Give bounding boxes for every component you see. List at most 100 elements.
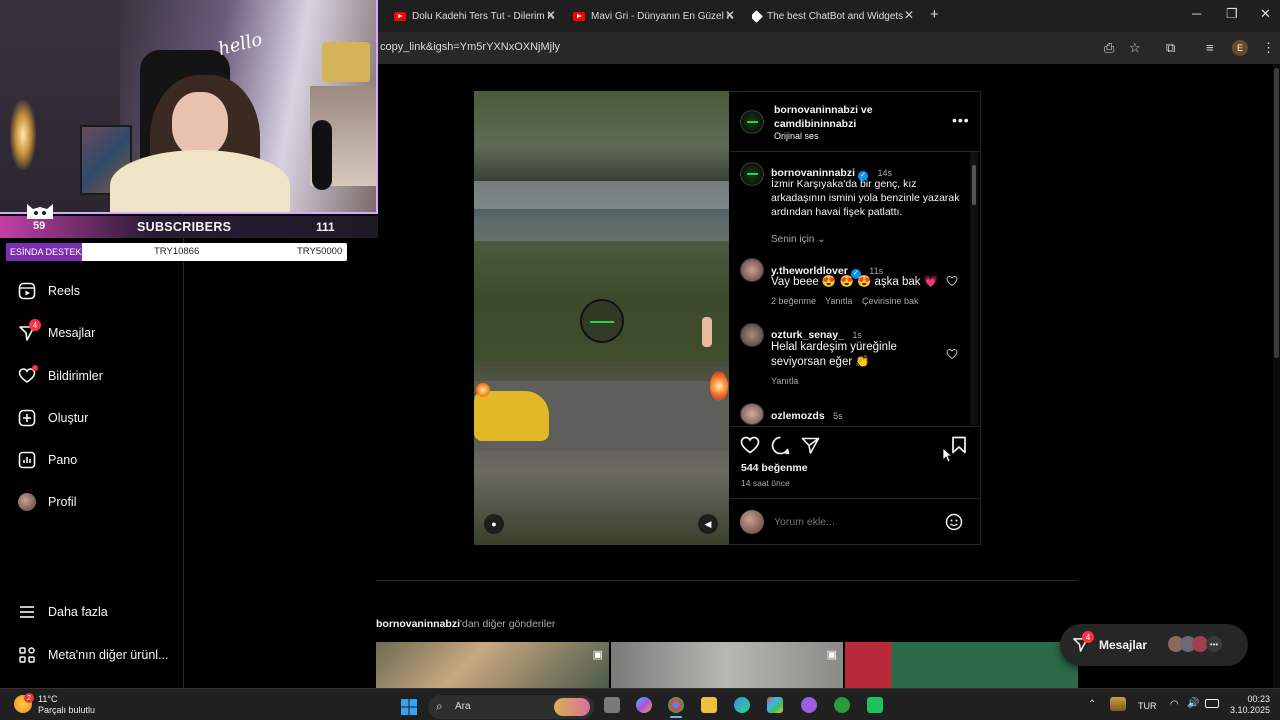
media-control-icon[interactable]: ≡ <box>1206 40 1214 55</box>
active-app-indicator <box>670 716 682 718</box>
like-count[interactable]: 544 beğenme <box>741 462 808 474</box>
install-app-icon[interactable]: ⎙ <box>1104 40 1114 56</box>
reel-icon: ▣ <box>592 649 603 661</box>
profile-avatar <box>18 493 36 511</box>
whatsapp-icon[interactable] <box>867 697 883 713</box>
browser-tab[interactable]: Dolu Kadehi Ters Tut - Dilerim K ✕ <box>394 5 556 27</box>
chart-icon <box>18 451 36 469</box>
volume-icon[interactable]: ◀ <box>698 514 718 534</box>
reply-button[interactable]: Yanıtla <box>771 376 798 386</box>
tray-chevron-icon[interactable]: ⌃ <box>1088 699 1096 710</box>
sidebar-more-button[interactable]: Daha fazla <box>18 603 108 621</box>
sidebar-item-reels[interactable]: Reels <box>18 282 80 300</box>
taskbar-search[interactable]: ⌕ Ara <box>428 695 594 719</box>
messages-pill[interactable]: 4 Mesajlar ••• <box>1060 624 1248 666</box>
minimize-icon[interactable]: ─ <box>1192 6 1201 21</box>
store-icon[interactable] <box>767 697 783 713</box>
comment-likes[interactable]: 2 beğenme <box>771 296 816 306</box>
task-view-icon[interactable] <box>604 697 620 713</box>
file-explorer-icon[interactable] <box>701 697 717 713</box>
menu-kebab-icon[interactable]: ⋮ <box>1262 40 1275 56</box>
comment-icon[interactable] <box>771 436 790 455</box>
chrome-icon[interactable] <box>668 697 684 713</box>
sidebar-item-label: Mesajlar <box>48 326 96 340</box>
edge-icon[interactable] <box>734 697 750 713</box>
tray-app-icon[interactable] <box>1110 697 1126 711</box>
streaming-app-icon[interactable] <box>801 697 817 713</box>
comment-input[interactable] <box>774 514 934 530</box>
new-tab-button[interactable]: + <box>930 6 939 23</box>
close-icon[interactable]: ✕ <box>546 8 556 22</box>
meta-apps-icon <box>18 646 36 664</box>
emoji-icon[interactable] <box>945 513 963 531</box>
close-icon[interactable]: ✕ <box>904 8 914 22</box>
weather-temp: 11°C <box>38 694 58 704</box>
battery-icon[interactable] <box>1205 699 1219 708</box>
close-icon[interactable]: ✕ <box>725 8 735 22</box>
sidebar-meta-button[interactable]: Meta'nın diğer ürünl... <box>18 646 169 664</box>
comment-username[interactable]: ozlemozds <box>771 410 825 422</box>
comment-text: Vay beee 😍 😍 😍 aşka bak 💗 <box>771 276 939 288</box>
heart-icon <box>18 365 38 385</box>
comment-like-icon[interactable] <box>946 348 958 360</box>
sidebar-item-profile[interactable]: Profil <box>18 493 76 511</box>
hamburger-menu-icon <box>18 603 36 621</box>
comments-scroll-thumb[interactable] <box>972 165 976 205</box>
more-options-icon[interactable]: ••• <box>952 112 970 128</box>
browser-tab[interactable]: Mavi Gri - Dünyanın En Güzel K ✕ <box>573 5 735 27</box>
sidebar-item-label: Pano <box>48 453 78 467</box>
caption-avatar[interactable] <box>740 162 764 186</box>
translate-button[interactable]: Çevirisine bak <box>862 296 919 306</box>
profile-avatar[interactable]: E <box>1232 40 1248 56</box>
more-posts-user[interactable]: bornovaninnabzi <box>376 618 460 630</box>
reel-video[interactable]: ● ◀ <box>474 91 729 545</box>
comment-avatar[interactable] <box>740 403 764 425</box>
sidebar-item-create[interactable]: Oluştur <box>18 409 88 427</box>
bookmark-star-icon[interactable]: ☆ <box>1129 40 1141 56</box>
cat-poster <box>322 42 370 82</box>
weather-widget[interactable]: 11°C Parçalı bulutlu <box>38 694 95 716</box>
post-author-line1[interactable]: bornovaninnabzi ve <box>774 104 873 116</box>
language-indicator[interactable]: TUR <box>1138 701 1157 711</box>
donation-current: TRY10866 <box>154 246 200 257</box>
weather-badge: 2 <box>24 693 34 703</box>
taskbar-clock[interactable]: 00:23 3.10.2025 <box>1222 694 1270 716</box>
post-author-line2[interactable]: camdibininnabzi <box>774 118 856 130</box>
post-author-avatar[interactable] <box>740 110 764 134</box>
browser-tab[interactable]: The best ChatBot and Widgets ✕ <box>752 5 914 27</box>
lamp-light <box>10 100 36 170</box>
reply-button[interactable]: Yanıtla <box>825 296 852 306</box>
search-icon: ⌕ <box>436 699 443 713</box>
sidebar-item-dashboard[interactable]: Pano <box>18 451 77 469</box>
tab-title: Dolu Kadehi Ters Tut - Dilerim K <box>412 10 555 22</box>
post-thumbnail[interactable] <box>845 642 1078 688</box>
comment-like-icon[interactable] <box>946 275 958 287</box>
post-thumbnail[interactable]: ▣ <box>376 642 609 688</box>
for-you-dropdown[interactable]: Senin için ⌄ <box>771 234 826 245</box>
audio-label[interactable]: Orijinal ses <box>774 131 819 141</box>
url-field[interactable]: copy_link&igsh=Ym5rYXNxOXNjMjly <box>380 41 560 53</box>
streamer-body <box>110 150 290 212</box>
wifi-icon[interactable]: ◠ <box>1170 699 1179 710</box>
tagged-users-icon[interactable]: ● <box>484 514 504 534</box>
xbox-icon[interactable] <box>834 697 850 713</box>
volume-tray-icon[interactable]: 🔊 <box>1187 698 1199 709</box>
save-bookmark-icon[interactable] <box>951 436 967 454</box>
search-label: Ara <box>455 701 471 712</box>
video-taxi <box>474 391 549 441</box>
page-scroll-thumb[interactable] <box>1274 68 1279 358</box>
sidebar-item-notifications[interactable]: Bildirimler <box>18 365 103 385</box>
share-icon[interactable] <box>801 436 820 455</box>
windows-start-icon[interactable] <box>400 698 418 716</box>
comment-avatar[interactable] <box>740 258 764 282</box>
like-icon[interactable] <box>740 436 760 454</box>
copilot-icon[interactable] <box>636 697 652 713</box>
maximize-icon[interactable]: ❐ <box>1226 6 1238 22</box>
post-thumbnail[interactable]: ▣ <box>611 642 843 688</box>
sidebar-item-messages[interactable]: 4 Mesajlar <box>18 319 96 342</box>
sidebar-item-label: Bildirimler <box>48 369 103 383</box>
close-window-icon[interactable]: ✕ <box>1260 6 1271 22</box>
extensions-icon[interactable]: ⧉ <box>1166 40 1175 56</box>
comment-avatar[interactable] <box>740 323 764 347</box>
streamer-face <box>172 92 228 156</box>
